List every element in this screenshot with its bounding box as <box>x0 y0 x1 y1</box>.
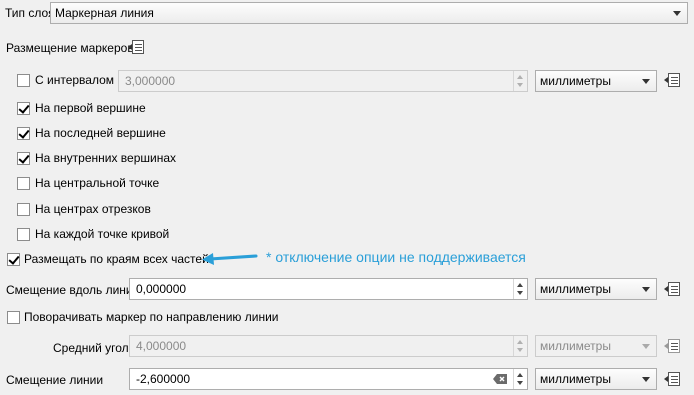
offset-along-label: Смещение вдоль линии <box>6 283 140 297</box>
option-label-central-point: На центральной точке <box>35 176 160 190</box>
interval-data-defined-icon[interactable] <box>664 70 688 90</box>
line-offset-unit-value: миллиметры <box>540 372 611 386</box>
chevron-down-icon <box>642 79 650 84</box>
offset-along-value: 0,000000 <box>136 282 187 296</box>
avg-angle-value: 4,000000 <box>136 339 187 353</box>
layer-type-combo[interactable]: Маркерная линия <box>50 2 688 24</box>
option-label-inner-vertices: На внутренних вершинах <box>35 151 177 165</box>
rotate-checkbox[interactable] <box>7 311 20 324</box>
interval-unit-value: миллиметры <box>540 74 611 88</box>
avg-angle-spinbox[interactable]: 4,000000 <box>129 335 528 357</box>
line-offset-value: -2,600000 <box>136 372 191 386</box>
avg-angle-label: Средний угол <box>53 341 129 355</box>
offset-along-unit-combo[interactable]: миллиметры <box>535 278 657 300</box>
spin-arrows-icon[interactable] <box>513 336 527 356</box>
line-offset-label: Смещение линии <box>6 373 104 387</box>
option-checkbox-curve-points[interactable] <box>17 228 30 241</box>
option-label-first-vertex: На первой вершине <box>35 101 146 115</box>
spin-arrows-icon[interactable] <box>513 279 527 299</box>
offset-along-spinbox[interactable]: 0,000000 <box>129 278 528 300</box>
option-checkbox-first-vertex[interactable] <box>17 102 30 115</box>
option-checkbox-segment-centers[interactable] <box>17 203 30 216</box>
offset-along-data-defined-icon[interactable] <box>664 279 688 299</box>
edges-checkbox[interactable] <box>7 253 20 266</box>
chevron-down-icon <box>642 287 650 292</box>
option-label-segment-centers: На центрах отрезков <box>35 202 151 216</box>
placement-data-defined-icon[interactable] <box>128 37 152 57</box>
layer-type-value: Маркерная линия <box>55 6 154 20</box>
spin-arrows-icon[interactable] <box>513 71 527 91</box>
interval-spinbox[interactable]: 3,000000 <box>118 70 528 92</box>
avg-angle-data-defined-icon[interactable] <box>664 336 688 356</box>
line-offset-unit-combo[interactable]: миллиметры <box>535 368 657 390</box>
option-label-curve-points: На каждой точке кривой <box>35 227 170 241</box>
interval-unit-combo[interactable]: миллиметры <box>535 70 657 92</box>
chevron-down-icon <box>673 11 681 16</box>
arrow-left-icon <box>202 253 258 265</box>
line-offset-spinbox[interactable]: -2,600000 <box>129 368 528 390</box>
interval-label: С интервалом <box>35 73 115 87</box>
interval-value: 3,000000 <box>125 74 176 88</box>
line-offset-data-defined-icon[interactable] <box>664 369 688 389</box>
chevron-down-icon <box>642 344 650 349</box>
offset-along-unit-value: миллиметры <box>540 282 611 296</box>
interval-checkbox[interactable] <box>17 74 30 87</box>
spin-arrows-icon[interactable] <box>513 369 527 389</box>
rotate-label: Поворачивать маркер по направлению линии <box>24 310 279 324</box>
placement-heading: Размещение маркеров <box>6 41 134 55</box>
avg-angle-unit-combo[interactable]: миллиметры <box>535 335 657 357</box>
option-checkbox-inner-vertices[interactable] <box>17 152 30 165</box>
chevron-down-icon <box>642 377 650 382</box>
avg-angle-unit-value: миллиметры <box>540 339 611 353</box>
layer-type-label: Тип слоя <box>5 6 55 20</box>
option-checkbox-last-vertex[interactable] <box>17 127 30 140</box>
annotation-note: * отключение опции не поддерживается <box>266 249 526 265</box>
option-checkbox-central-point[interactable] <box>17 177 30 190</box>
edges-label: Размещать по краям всех частей <box>24 252 209 266</box>
option-label-last-vertex: На последней вершине <box>35 126 166 140</box>
clear-icon[interactable] <box>493 374 507 384</box>
